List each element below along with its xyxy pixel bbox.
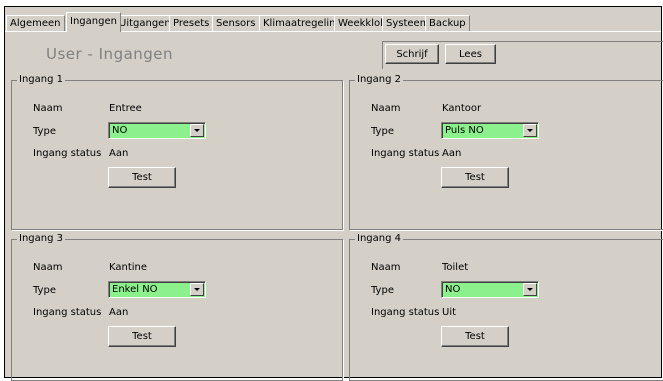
- tab-backup[interactable]: Backup: [425, 15, 470, 31]
- tab-uitgangen[interactable]: Uitgangen: [115, 15, 175, 31]
- type-select-value: NO: [112, 125, 128, 136]
- read-button[interactable]: Lees: [445, 44, 496, 64]
- status-label: Ingang status: [33, 148, 102, 159]
- name-value: Kantoor: [442, 103, 482, 114]
- type-label: Type: [33, 285, 56, 296]
- type-select-value: NO: [445, 284, 461, 295]
- test-button[interactable]: Test: [441, 167, 509, 188]
- group-title: Ingang 3: [17, 233, 65, 245]
- group-title: Ingang 2: [355, 74, 403, 86]
- status-value: Aan: [442, 148, 462, 159]
- dialog-frame: Algemeen Ingangen Uitgangen Presets Sens…: [4, 6, 663, 381]
- type-label: Type: [371, 285, 394, 296]
- chevron-down-icon[interactable]: [190, 124, 204, 137]
- test-button[interactable]: Test: [108, 326, 176, 347]
- chevron-down-icon[interactable]: [190, 283, 204, 296]
- group-title: Ingang 1: [17, 74, 65, 86]
- input-group-4: Ingang 4 Naam Toilet Type NO Ingang stat…: [349, 233, 663, 381]
- tab-algemeen[interactable]: Algemeen: [6, 15, 65, 31]
- chevron-down-icon[interactable]: [523, 283, 537, 296]
- status-label: Ingang status: [371, 307, 440, 318]
- type-select[interactable]: Enkel NO: [108, 281, 206, 298]
- type-select-value: Puls NO: [445, 125, 484, 136]
- name-label: Naam: [33, 262, 63, 273]
- name-label: Naam: [371, 103, 401, 114]
- tab-ingangen[interactable]: Ingangen: [66, 12, 121, 32]
- group-title: Ingang 4: [355, 233, 403, 245]
- input-group-3: Ingang 3 Naam Kantine Type Enkel NO Inga…: [11, 233, 343, 381]
- tab-presets[interactable]: Presets: [169, 15, 214, 31]
- tab-bar: Algemeen Ingangen Uitgangen Presets Sens…: [5, 9, 661, 32]
- status-value: Aan: [109, 148, 129, 159]
- type-select[interactable]: Puls NO: [441, 122, 539, 139]
- status-value: Aan: [109, 307, 129, 318]
- input-group-2: Ingang 2 Naam Kantoor Type Puls NO Ingan…: [349, 74, 663, 230]
- chevron-down-icon[interactable]: [523, 124, 537, 137]
- write-button[interactable]: Schrijf: [385, 44, 439, 64]
- test-button[interactable]: Test: [441, 326, 509, 347]
- test-button[interactable]: Test: [108, 167, 176, 188]
- name-value: Toilet: [442, 262, 469, 273]
- type-label: Type: [371, 126, 394, 137]
- name-value: Entree: [109, 103, 142, 114]
- type-select-value: Enkel NO: [112, 284, 158, 295]
- status-label: Ingang status: [371, 148, 440, 159]
- type-label: Type: [33, 126, 56, 137]
- input-group-1: Ingang 1 Naam Entree Type NO Ingang stat…: [11, 74, 343, 230]
- tab-sensors[interactable]: Sensors: [212, 15, 260, 31]
- type-select[interactable]: NO: [441, 281, 539, 298]
- name-label: Naam: [371, 262, 401, 273]
- status-value: Uit: [442, 307, 457, 318]
- tab-klimaatregeling[interactable]: Klimaatregeling: [259, 15, 346, 31]
- name-label: Naam: [33, 103, 63, 114]
- status-label: Ingang status: [33, 307, 102, 318]
- type-select[interactable]: NO: [108, 122, 206, 139]
- page-title: User - Ingangen: [46, 45, 174, 63]
- name-value: Kantine: [109, 262, 148, 273]
